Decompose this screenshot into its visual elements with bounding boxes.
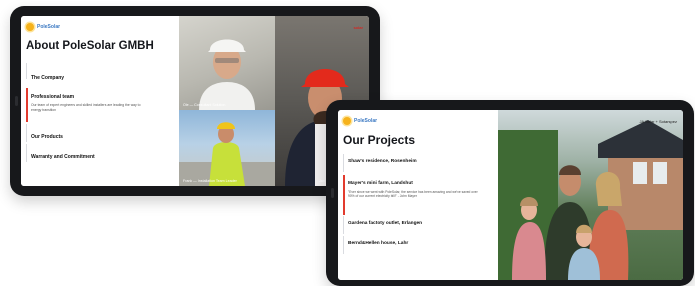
page-title: Our Projects	[343, 133, 416, 147]
about-content-panel: PoleSolar About PoleSolar GMBH The Compa…	[21, 16, 179, 186]
page-title: About PoleSolar GMBH	[26, 40, 154, 52]
projects-content-panel: PoleSolar Our Projects Shaw's residence,…	[338, 110, 498, 280]
menu-item-the-company[interactable]: The Company	[31, 75, 64, 81]
menu-divider	[26, 63, 27, 79]
menu-divider	[343, 236, 344, 254]
brand-logo[interactable]: PoleSolar	[26, 23, 60, 31]
menu-item-bernd-hellen-house[interactable]: Bernd&Hellen house, Lahr	[348, 241, 408, 246]
about-screen: PoleSolar About PoleSolar GMBH The Compa…	[21, 16, 369, 186]
partner-logo: JA Solar + Sotarspez	[639, 119, 677, 124]
tablet-projects: PoleSolar Our Projects Shaw's residence,…	[326, 100, 694, 286]
menu-divider	[343, 154, 344, 172]
photo-caption: Jan	[319, 179, 325, 183]
camera-dot	[15, 96, 18, 106]
tablet-about: PoleSolar About PoleSolar GMBH The Compa…	[10, 6, 380, 196]
testimonial-quote: "Ever since we went with PoleSolar, the …	[348, 190, 478, 199]
menu-item-shaws-residence[interactable]: Shaw's residence, Rosenheim	[348, 159, 417, 164]
team-photo-consultant: Ole — Consultant Solution	[179, 16, 275, 110]
project-photo-family: JA Solar + Sotarspez	[498, 110, 683, 280]
menu-divider	[26, 144, 27, 162]
worker-illustration	[179, 122, 275, 186]
menu-divider	[26, 124, 27, 142]
sun-logo-icon	[26, 23, 34, 31]
brand-logo-text: PoleSolar	[354, 118, 378, 124]
menu-item-professional-team[interactable]: Professional team	[31, 94, 74, 100]
worker-illustration	[199, 39, 255, 110]
menu-item-warranty[interactable]: Warranty and Commitment	[31, 154, 95, 160]
menu-item-our-products[interactable]: Our Products	[31, 134, 63, 140]
family-illustration	[498, 120, 683, 280]
menu-item-description: Our team of expert engineers and skilled…	[31, 103, 141, 112]
photo-caption: Frank — Installation Team Leader	[183, 179, 237, 183]
brand-logo-text: PoleSolar	[37, 24, 61, 30]
menu-active-indicator	[343, 175, 345, 215]
menu-active-indicator	[26, 88, 28, 122]
menu-item-gardena-outlet[interactable]: Gardena factoty outlet, Erlangen	[348, 221, 422, 226]
menu-item-mayers-mini-farm[interactable]: Mayer's mini farm, Landshut	[348, 181, 413, 186]
camera-dot	[331, 188, 334, 198]
menu-divider	[343, 216, 344, 234]
projects-screen: PoleSolar Our Projects Shaw's residence,…	[338, 110, 683, 280]
partner-logo: solar	[353, 25, 363, 30]
brand-logo[interactable]: PoleSolar	[343, 117, 377, 125]
sun-logo-icon	[343, 117, 351, 125]
photo-caption: Ole — Consultant Solution	[183, 103, 226, 107]
team-photo-team-leader: Frank — Installation Team Leader	[179, 110, 275, 186]
